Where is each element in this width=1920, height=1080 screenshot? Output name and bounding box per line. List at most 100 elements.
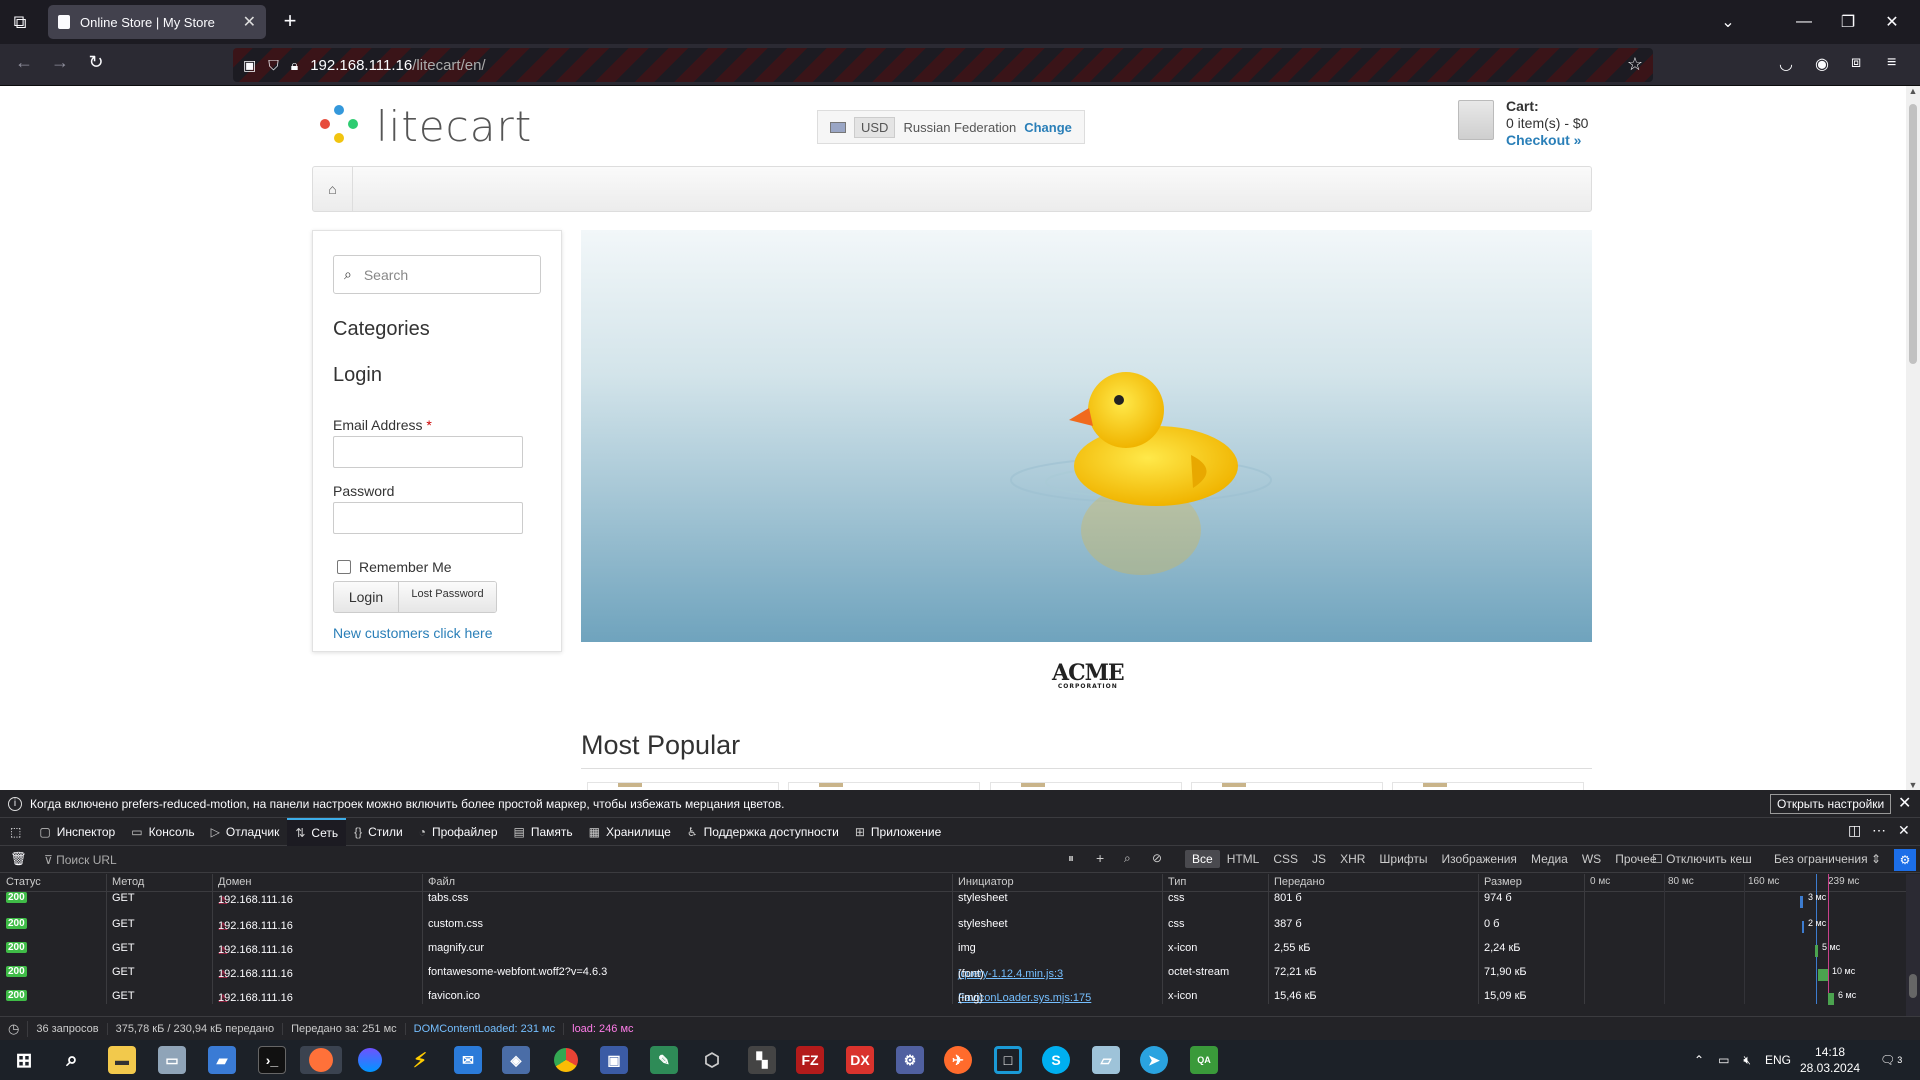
tab-network[interactable]: ⇅ Сеть	[287, 817, 347, 846]
postman-icon[interactable]: ✈︎	[944, 1046, 972, 1074]
terminal-icon[interactable]: ›_	[258, 1046, 286, 1074]
tab-debugger[interactable]: ▷ Отладчик	[203, 818, 288, 846]
restore-icon[interactable]: ❐	[1826, 12, 1870, 32]
tab-inspector[interactable]: ▢ Инспектор	[31, 818, 123, 846]
filter-js[interactable]: JS	[1305, 850, 1333, 868]
address-bar[interactable]: ▣ ⛉ 🔒︎ 192.168.111.16/litecart/en/ ☆	[233, 48, 1653, 82]
table-row[interactable]: 200 GET ⚠︎ 192.168.111.16 tabs.css style…	[0, 892, 1906, 918]
minimize-icon[interactable]: —	[1782, 13, 1826, 31]
new-tab-icon[interactable]: +	[276, 8, 304, 34]
pause-icon[interactable]: ⏸︎	[1068, 851, 1074, 866]
filter-fonts[interactable]: Шрифты	[1372, 850, 1434, 868]
forward-icon[interactable]: →	[46, 52, 74, 73]
password-field[interactable]	[333, 502, 523, 534]
product-card[interactable]	[990, 782, 1182, 790]
cart-widget[interactable]: Cart: 0 item(s) - $0 Checkout »	[1458, 98, 1658, 148]
tab-memory[interactable]: ▤ Память	[506, 818, 581, 846]
file-explorer-icon[interactable]: ▬	[108, 1046, 136, 1074]
table-row[interactable]: 200 GET ⚠︎ 192.168.111.16 favicon.ico Fa…	[0, 988, 1906, 1012]
acme-brand-logo[interactable]: ACME CORPORATION	[1052, 662, 1125, 694]
timer-icon[interactable]: ◷	[0, 1020, 29, 1037]
table-row[interactable]: 200 GET ⚠︎ 192.168.111.16 magnify.cur im…	[0, 940, 1906, 964]
search-input[interactable]: ⌕ Search	[333, 255, 541, 294]
search-icon[interactable]: ⌕	[58, 1046, 86, 1074]
close-notice-icon[interactable]: ✕	[1898, 793, 1911, 813]
firefox-icon[interactable]	[356, 1046, 384, 1074]
shield-icon[interactable]: ⛉	[268, 57, 279, 74]
remote-desktop-icon[interactable]: ▣	[600, 1046, 628, 1074]
home-icon[interactable]: ⌂	[313, 167, 353, 211]
sandbox-icon[interactable]: ▚	[748, 1046, 776, 1074]
search-network-icon[interactable]: ⌕	[1124, 851, 1131, 866]
skype-icon[interactable]: S	[1042, 1046, 1070, 1074]
pocket-icon[interactable]: ◡	[1779, 54, 1793, 74]
filter-html[interactable]: HTML	[1220, 850, 1267, 868]
hero-slide[interactable]	[581, 230, 1592, 642]
chevron-down-icon[interactable]: ⌄	[1706, 12, 1750, 32]
volume-muted-icon[interactable]: 🔇︎	[1743, 1053, 1751, 1068]
col-transferred[interactable]: Передано	[1274, 876, 1325, 888]
filter-css[interactable]: CSS	[1266, 850, 1305, 868]
lost-password-button[interactable]: Lost Password	[399, 582, 496, 612]
windows-start-icon[interactable]: ⊞	[10, 1046, 38, 1074]
dx-icon[interactable]: DX	[846, 1046, 874, 1074]
open-settings-button[interactable]: Открыть настройки	[1770, 794, 1892, 814]
filezilla-icon[interactable]: FZ	[796, 1046, 824, 1074]
bookmark-star-icon[interactable]: ☆	[1627, 54, 1643, 75]
col-domain[interactable]: Домен	[218, 876, 251, 888]
site-logo[interactable]: litecart	[318, 102, 532, 151]
mail-icon[interactable]: ✉︎	[454, 1046, 482, 1074]
change-region-link[interactable]: Change	[1024, 120, 1072, 135]
scrollbar-thumb[interactable]	[1909, 104, 1917, 364]
close-tab-icon[interactable]: ✕	[243, 12, 256, 32]
scrollbar-thumb[interactable]	[1909, 974, 1917, 998]
virtualbox-icon[interactable]: □	[994, 1046, 1022, 1074]
trash-icon[interactable]: 🗑︎	[10, 851, 27, 867]
tray-chevron-up-icon[interactable]: ⌃	[1694, 1053, 1704, 1067]
tab-storage[interactable]: ▦ Хранилище	[581, 818, 679, 846]
qa-app-icon[interactable]: QA	[1190, 1046, 1218, 1074]
firefox-dev-icon[interactable]	[300, 1046, 342, 1074]
lightning-icon[interactable]: ⚡︎	[406, 1046, 434, 1074]
table-row[interactable]: 200 GET ⚠︎ 192.168.111.16 fontawesome-we…	[0, 964, 1906, 988]
product-card[interactable]	[788, 782, 980, 790]
pick-element-icon[interactable]: ⬚	[0, 818, 31, 846]
account-icon[interactable]: ◉	[1815, 54, 1829, 74]
network-tray-icon[interactable]: ▭	[1718, 1053, 1729, 1067]
page-scrollbar[interactable]: ▲ ▼	[1906, 86, 1920, 790]
col-type[interactable]: Тип	[1168, 876, 1186, 888]
notepad-icon[interactable]: ✎	[650, 1046, 678, 1074]
menu-icon[interactable]: ≡	[1887, 54, 1896, 72]
new-customers-link[interactable]: New customers click here	[333, 625, 493, 641]
extensions-icon[interactable]: ⧈	[1851, 54, 1861, 72]
col-status[interactable]: Статус	[6, 876, 41, 888]
url-filter-input[interactable]: ⊽ Поиск URL	[44, 853, 117, 867]
network-settings-icon[interactable]: ⚙	[1894, 849, 1916, 871]
col-initiator[interactable]: Инициатор	[958, 876, 1014, 888]
throttle-select[interactable]: Без ограничения ⇕	[1774, 852, 1881, 866]
box-icon[interactable]: ⬡	[698, 1046, 726, 1074]
add-icon[interactable]: +	[1096, 850, 1104, 866]
reload-icon[interactable]: ↻	[82, 52, 110, 73]
remember-checkbox[interactable]	[337, 560, 351, 574]
files-icon[interactable]: ▱	[1092, 1046, 1120, 1074]
product-card[interactable]	[1191, 782, 1383, 790]
filter-xhr[interactable]: XHR	[1333, 850, 1372, 868]
tab-styles[interactable]: {} Стили	[346, 818, 411, 846]
network-table-scrollbar[interactable]	[1906, 874, 1920, 1016]
back-icon[interactable]: ←	[10, 52, 38, 73]
col-size[interactable]: Размер	[1484, 876, 1522, 888]
network-tool-icon[interactable]: ⚙	[896, 1046, 924, 1074]
product-card[interactable]	[1392, 782, 1584, 790]
close-devtools-icon[interactable]: ✕	[1898, 822, 1910, 839]
filter-media[interactable]: Медиа	[1524, 850, 1575, 868]
language-indicator[interactable]: ENG	[1765, 1053, 1791, 1067]
tab-application[interactable]: ⊞ Приложение	[847, 818, 949, 846]
tab-accessibility[interactable]: ♿︎ Поддержка доступности	[679, 818, 847, 846]
window-close-icon[interactable]: ✕	[1870, 12, 1914, 32]
login-button[interactable]: Login	[334, 582, 399, 612]
email-field[interactable]	[333, 436, 523, 468]
filter-ws[interactable]: WS	[1575, 850, 1608, 868]
disable-cache-toggle[interactable]: ☐ Отключить кеш	[1652, 852, 1752, 866]
product-card[interactable]	[587, 782, 779, 790]
